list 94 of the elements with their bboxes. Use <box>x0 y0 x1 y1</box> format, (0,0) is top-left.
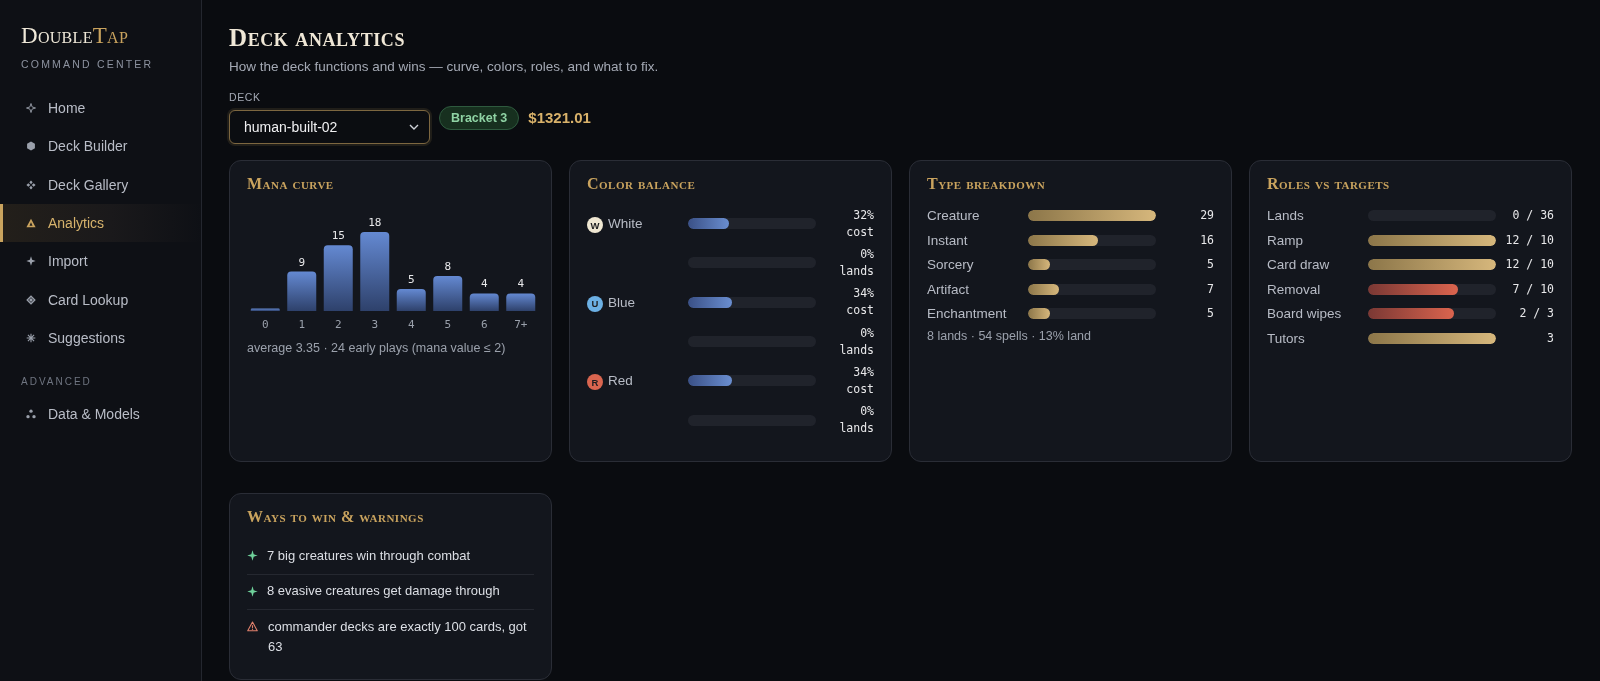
role-name: Ramp <box>1267 231 1303 249</box>
diamond-icon <box>26 294 36 305</box>
axis-label: 2 <box>334 318 342 331</box>
page-title: Deck analytics <box>229 23 406 53</box>
bar-reading: 34% cost <box>845 363 874 398</box>
color-name: Blue <box>608 293 636 311</box>
role-reading: 2 / 3 <box>1519 305 1554 322</box>
bar-value-label: 4 <box>517 277 525 291</box>
chart-bar <box>396 289 426 311</box>
deck-field-label: DECK <box>229 91 261 104</box>
bar-value-label: 4 <box>480 277 488 291</box>
chart-bar <box>469 293 499 311</box>
type-name: Instant <box>927 231 968 249</box>
role-name: Lands <box>1267 207 1304 224</box>
dots-icon <box>26 409 36 420</box>
app-tagline: COMMAND CENTER <box>20 57 154 71</box>
diamonds-icon <box>26 179 36 190</box>
type-count: 29 <box>1200 207 1214 224</box>
bar-reading: 0% lands <box>838 245 874 280</box>
type-name: Enchantment <box>927 305 1007 322</box>
nav-item[interactable]: Home <box>0 89 201 128</box>
bar-reading: 32% cost <box>845 206 874 241</box>
triangle-icon <box>26 218 36 229</box>
mana-symbol: R <box>587 374 603 391</box>
star-outline-icon <box>26 103 36 114</box>
nav-item[interactable]: Deck Gallery <box>0 165 201 204</box>
warning-icon <box>247 621 258 632</box>
hexagon-icon <box>26 141 36 152</box>
role-name: Card draw <box>1267 256 1330 273</box>
bar-reading: 34% cost <box>845 285 874 320</box>
sparkle-icon <box>247 585 258 597</box>
bar-value-label: 5 <box>407 273 415 287</box>
mana-symbol: W <box>587 217 603 234</box>
role-reading: 12 / 10 <box>1505 231 1554 249</box>
role-name: Tutors <box>1267 329 1305 347</box>
nav-item[interactable]: Deck Builder <box>0 127 201 166</box>
bar-value-label: 9 <box>298 255 306 269</box>
win-text: 8 evasive creatures get damage through <box>267 582 500 600</box>
card-title: Color balance <box>587 174 696 194</box>
axis-label: 7+ <box>514 318 528 331</box>
bracket-badge: Bracket 3 <box>439 105 520 130</box>
deck-select[interactable]: human-built-02 <box>229 110 430 144</box>
chevron-down-icon <box>409 124 419 130</box>
role-reading: 7 / 10 <box>1512 280 1554 298</box>
nav-section-heading: ADVANCED <box>20 375 92 390</box>
type-name: Sorcery <box>927 256 974 273</box>
card-title: Ways to win & warnings <box>247 507 424 527</box>
type-count: 5 <box>1207 305 1214 322</box>
nav-item[interactable]: Import <box>0 242 201 281</box>
chart-summary: average 3.35 · 24 early plays (mana value ≤ 2) <box>247 340 506 356</box>
bar-reading: 0% lands <box>838 403 874 438</box>
chart-bar <box>287 271 317 311</box>
role-name: Board wipes <box>1267 305 1342 322</box>
bar-value-label: 18 <box>368 216 382 229</box>
star-icon <box>26 256 36 267</box>
bar-value-label: 15 <box>331 229 345 243</box>
role-reading: 0 / 36 <box>1512 207 1554 224</box>
chart-bar <box>506 293 536 311</box>
type-name: Artifact <box>927 280 969 298</box>
card-title: Mana curve <box>247 174 334 194</box>
page-subtitle: How the deck functions and wins — curve, colors, roles, and what to fix. <box>229 59 659 75</box>
deck-price: $1321.01 <box>528 109 591 126</box>
color-name: White <box>608 215 643 233</box>
type-count: 7 <box>1207 280 1214 298</box>
mana-symbol: U <box>587 295 603 312</box>
card-title: Type breakdown <box>927 174 1046 194</box>
type-summary: 8 lands · 54 spells · 13% land <box>927 328 1091 344</box>
win-text: 7 big creatures win through combat <box>267 546 471 565</box>
asterisk-icon <box>26 332 36 343</box>
role-name: Removal <box>1267 280 1321 298</box>
role-reading: 12 / 10 <box>1505 256 1554 273</box>
axis-label: 6 <box>480 318 488 331</box>
bar-value-label: 8 <box>444 259 452 273</box>
type-count: 16 <box>1200 231 1214 249</box>
axis-label: 5 <box>444 318 452 331</box>
nav-item[interactable]: Card Lookup <box>0 280 201 319</box>
chart-bar <box>323 245 353 311</box>
card-title: Roles vs targets <box>1267 174 1390 194</box>
axis-label: 4 <box>407 318 415 331</box>
app-logo: DoubleTap <box>20 23 129 49</box>
chart-bar <box>433 275 463 311</box>
warning-text: commander decks are exactly 100 cards, got 63 <box>268 617 528 656</box>
axis-label: 0 <box>261 318 269 331</box>
color-name: Red <box>608 372 633 390</box>
bar-reading: 0% lands <box>838 324 874 359</box>
type-name: Creature <box>927 207 980 224</box>
type-count: 5 <box>1207 256 1214 273</box>
sparkle-icon <box>247 550 258 561</box>
nav-item[interactable]: Suggestions <box>0 318 201 358</box>
nav-item[interactable]: Data & Models <box>0 395 201 434</box>
chart-bar <box>250 308 280 311</box>
axis-label: 3 <box>371 318 379 331</box>
role-reading: 3 <box>1547 329 1554 347</box>
axis-label: 1 <box>298 318 306 331</box>
